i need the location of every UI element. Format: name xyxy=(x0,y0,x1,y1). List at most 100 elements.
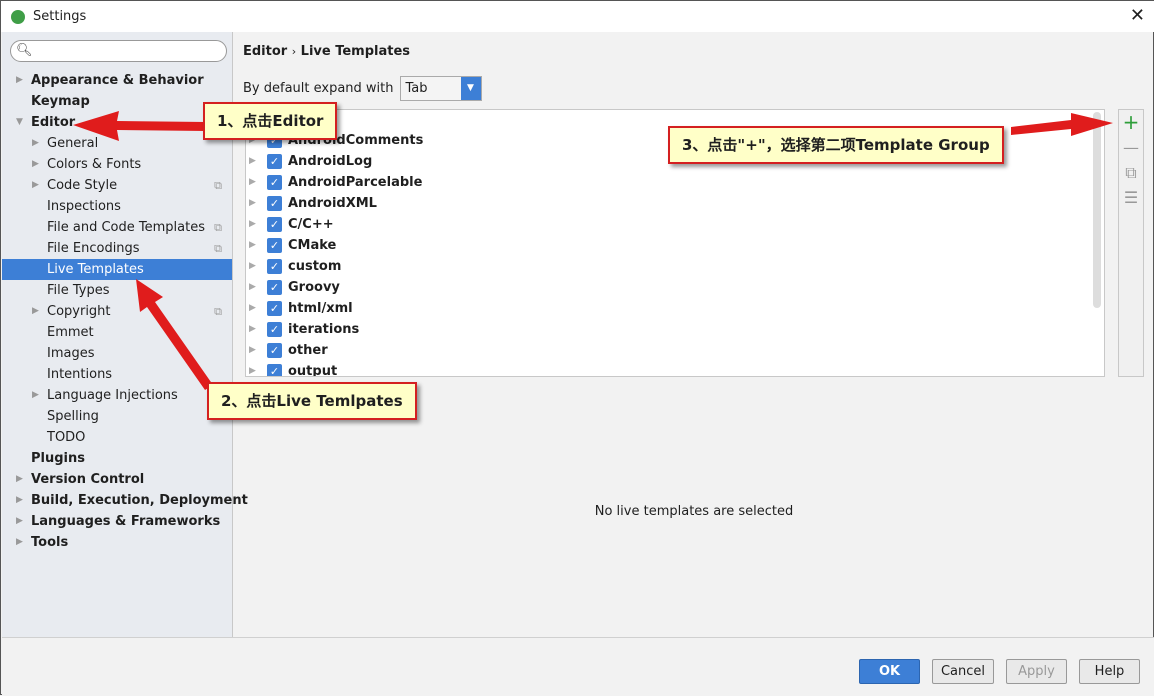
chevron-right-icon[interactable]: ▶ xyxy=(32,385,39,406)
project-copy-icon: ⧉ xyxy=(214,179,222,192)
template-group-row[interactable]: ▶ ✓ html/xml xyxy=(246,298,1104,319)
sidebar-item-label: Colors & Fonts xyxy=(47,157,142,172)
checkbox[interactable]: ✓ xyxy=(267,217,282,232)
sidebar-item-label: Images xyxy=(47,346,95,361)
checkbox[interactable]: ✓ xyxy=(267,343,282,358)
sidebar-item[interactable]: ▶ Appearance & Behavior xyxy=(2,70,232,91)
sidebar-item-label: Live Templates xyxy=(47,262,144,277)
chevron-right-icon[interactable]: ▶ xyxy=(249,235,256,256)
template-group-row[interactable]: ▶ ✓ Groovy xyxy=(246,277,1104,298)
checkbox[interactable]: ✓ xyxy=(267,364,282,376)
breadcrumb-parent[interactable]: Editor xyxy=(243,44,287,59)
template-group-row[interactable]: ▶ ✓ output xyxy=(246,361,1104,377)
chevron-right-icon[interactable]: ▶ xyxy=(249,298,256,319)
checkbox[interactable]: ✓ xyxy=(267,154,282,169)
list-icon[interactable]: ☰ xyxy=(1119,185,1143,210)
sidebar-item[interactable]: ▶ Build, Execution, Deployment xyxy=(2,490,248,511)
breadcrumb: Editor › Live Templates xyxy=(243,44,410,59)
sidebar-item[interactable]: ▶ Tools xyxy=(2,532,232,553)
template-group-row[interactable]: ▶ ✓ AndroidParcelable xyxy=(246,172,1104,193)
sidebar-item[interactable]: Inspections xyxy=(2,196,232,217)
expand-value: Tab xyxy=(405,81,428,96)
scrollbar[interactable] xyxy=(1093,112,1101,308)
sidebar-item-label: Plugins xyxy=(31,451,85,466)
checkbox[interactable]: ✓ xyxy=(267,196,282,211)
template-group-row[interactable]: ▶ ✓ custom xyxy=(246,256,1104,277)
chevron-right-icon[interactable]: ▶ xyxy=(16,70,23,91)
callout-step1: 1、点击Editor xyxy=(203,102,338,140)
checkbox[interactable]: ✓ xyxy=(267,259,282,274)
sidebar-item[interactable]: Spelling xyxy=(2,406,232,427)
template-group-row[interactable]: ▶ ✓ CMake xyxy=(246,235,1104,256)
chevron-right-icon[interactable]: ▶ xyxy=(16,532,23,553)
cancel-button[interactable]: Cancel xyxy=(932,659,994,684)
sidebar-item-label: Appearance & Behavior xyxy=(31,73,204,88)
sidebar-item[interactable]: ▶ Language Injections xyxy=(2,385,232,406)
sidebar-item[interactable]: ▶ Version Control xyxy=(2,469,232,490)
chevron-right-icon[interactable]: ▶ xyxy=(249,340,256,361)
close-icon[interactable]: ✕ xyxy=(1130,5,1145,26)
sidebar-item[interactable]: File Types xyxy=(2,280,232,301)
help-button[interactable]: Help xyxy=(1079,659,1140,684)
chevron-right-icon[interactable]: ▶ xyxy=(249,214,256,235)
search-icon: 🔍︎ xyxy=(16,43,33,58)
plus-icon[interactable]: + xyxy=(1119,110,1143,135)
sidebar-item-label: General xyxy=(47,136,99,151)
chevron-right-icon[interactable]: ▶ xyxy=(16,490,23,511)
template-group-label: AndroidParcelable xyxy=(288,175,423,190)
sidebar-item[interactable]: File and Code Templates ⧉ xyxy=(2,217,232,238)
checkbox[interactable]: ✓ xyxy=(267,322,282,337)
chevron-right-icon[interactable]: ▶ xyxy=(249,193,256,214)
chevron-right-icon[interactable]: ▶ xyxy=(32,175,39,196)
sidebar-item[interactable]: ▼ Editor xyxy=(2,112,232,133)
callout-step3: 3、点击"+"，选择第二项Template Group xyxy=(668,126,1004,164)
template-group-label: output xyxy=(288,364,338,377)
sidebar-item[interactable]: ▶ Code Style ⧉ xyxy=(2,175,232,196)
sidebar-item[interactable]: Images xyxy=(2,343,232,364)
sidebar-item[interactable]: ▶ General xyxy=(2,133,232,154)
template-group-label: CMake xyxy=(288,238,337,253)
project-copy-icon: ⧉ xyxy=(214,242,222,255)
sidebar-item[interactable]: Keymap xyxy=(2,91,232,112)
checkbox[interactable]: ✓ xyxy=(267,238,282,253)
checkbox[interactable]: ✓ xyxy=(267,175,282,190)
dialog-footer: OK Cancel Apply Help xyxy=(2,637,1154,695)
chevron-right-icon[interactable]: ▶ xyxy=(249,277,256,298)
template-group-row[interactable]: ▶ ✓ AndroidXML xyxy=(246,193,1104,214)
sidebar-item[interactable]: TODO xyxy=(2,427,232,448)
sidebar-item[interactable]: Live Templates xyxy=(2,259,232,280)
chevron-right-icon[interactable]: ▶ xyxy=(249,151,256,172)
chevron-down-icon: ▼ xyxy=(460,77,481,100)
template-group-row[interactable]: ▶ ✓ C/C++ xyxy=(246,214,1104,235)
sidebar-item[interactable]: File Encodings ⧉ xyxy=(2,238,232,259)
apply-button[interactable]: Apply xyxy=(1006,659,1067,684)
sidebar-item[interactable]: Intentions xyxy=(2,364,232,385)
empty-message: No live templates are selected xyxy=(594,504,794,519)
sidebar-item[interactable]: Emmet xyxy=(2,322,232,343)
template-group-label: iterations xyxy=(288,322,360,337)
chevron-right-icon[interactable]: ▶ xyxy=(249,361,256,376)
sidebar-item[interactable]: ▶ Languages & Frameworks xyxy=(2,511,232,532)
chevron-right-icon[interactable]: ▶ xyxy=(32,154,39,175)
checkbox[interactable]: ✓ xyxy=(267,280,282,295)
sidebar-item[interactable]: ▶ Copyright ⧉ xyxy=(2,301,232,322)
search-input[interactable]: 🔍︎ xyxy=(10,40,227,62)
expand-with-select[interactable]: Tab ▼ xyxy=(399,76,482,101)
sidebar-item-label: File Types xyxy=(47,283,110,298)
checkbox[interactable]: ✓ xyxy=(267,301,282,316)
chevron-right-icon[interactable]: ▶ xyxy=(249,319,256,340)
sidebar-item[interactable]: Plugins xyxy=(2,448,232,469)
minus-icon[interactable]: — xyxy=(1119,135,1143,160)
chevron-right-icon[interactable]: ▶ xyxy=(32,133,39,154)
chevron-right-icon[interactable]: ▶ xyxy=(16,511,23,532)
sidebar-item[interactable]: ▶ Colors & Fonts xyxy=(2,154,232,175)
template-group-row[interactable]: ▶ ✓ iterations xyxy=(246,319,1104,340)
chevron-right-icon[interactable]: ▶ xyxy=(32,301,39,322)
ok-button[interactable]: OK xyxy=(859,659,920,684)
template-group-row[interactable]: ▶ ✓ other xyxy=(246,340,1104,361)
chevron-right-icon[interactable]: ▶ xyxy=(249,172,256,193)
copy-icon[interactable]: ⧉ xyxy=(1119,160,1143,185)
chevron-right-icon[interactable]: ▶ xyxy=(16,469,23,490)
chevron-down-icon[interactable]: ▼ xyxy=(16,112,23,133)
chevron-right-icon[interactable]: ▶ xyxy=(249,256,256,277)
